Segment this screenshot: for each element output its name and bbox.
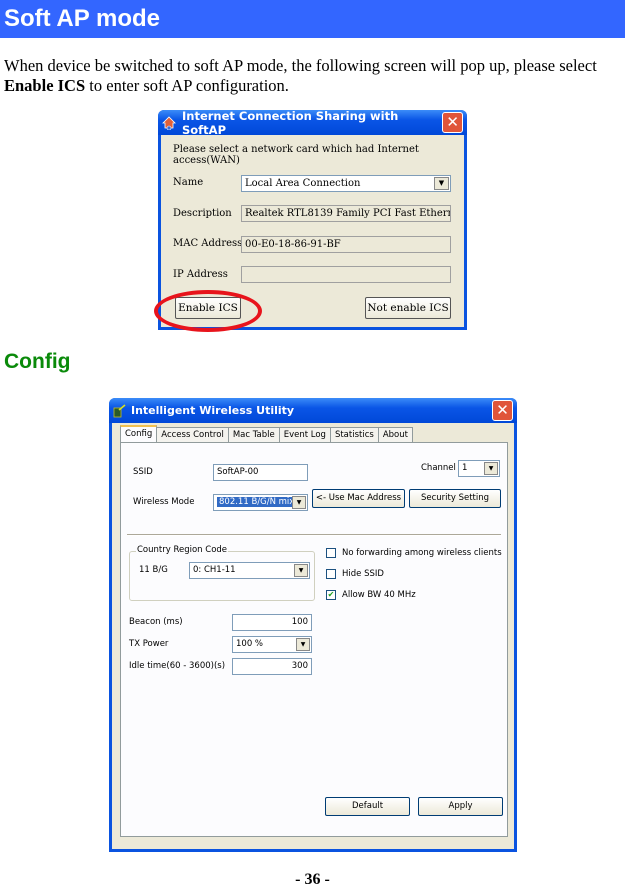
not-enable-ics-button[interactable]: Not enable ICS bbox=[365, 297, 451, 319]
config-panel: SSID SoftAP-00 Channel 1 ▼ Wireless Mode… bbox=[120, 442, 508, 837]
country-region-group: Country Region Code 11 B/G 0: CH1-11 ▼ bbox=[129, 545, 315, 601]
default-button[interactable]: Default bbox=[325, 797, 410, 816]
chevron-down-icon[interactable]: ▼ bbox=[292, 496, 306, 509]
channel-label: Channel bbox=[421, 463, 456, 473]
divider bbox=[127, 534, 501, 536]
country-region-legend: Country Region Code bbox=[136, 545, 229, 555]
utility-titlebar[interactable]: Intelligent Wireless Utility ✕ bbox=[109, 398, 517, 423]
config-heading: Config bbox=[4, 350, 71, 373]
chevron-down-icon[interactable]: ▼ bbox=[296, 638, 310, 651]
ssid-label: SSID bbox=[133, 467, 153, 477]
wireless-mode-value: 802.11 B/G/N mix bbox=[217, 497, 297, 507]
name-label: Name bbox=[173, 177, 204, 188]
no-forwarding-checkbox[interactable]: No forwarding among wireless clients bbox=[326, 548, 502, 558]
checkbox-box[interactable] bbox=[326, 569, 336, 579]
tx-power-label: TX Power bbox=[129, 639, 169, 649]
close-button[interactable]: ✕ bbox=[492, 400, 513, 421]
tab-event-log[interactable]: Event Log bbox=[278, 427, 331, 442]
close-icon: ✕ bbox=[446, 113, 459, 131]
wireless-mode-select[interactable]: 802.11 B/G/N mix ▼ bbox=[213, 494, 308, 511]
network-share-icon bbox=[162, 115, 176, 130]
checkmark-icon[interactable]: ✔ bbox=[326, 590, 336, 600]
no-forwarding-label: No forwarding among wireless clients bbox=[342, 548, 502, 558]
channel-select[interactable]: 1 ▼ bbox=[458, 460, 500, 477]
network-card-value: Local Area Connection bbox=[245, 178, 361, 189]
beacon-label: Beacon (ms) bbox=[129, 617, 183, 627]
wireless-mode-label: Wireless Mode bbox=[133, 497, 195, 507]
ics-dialog-titlebar[interactable]: Internet Connection Sharing with SoftAP … bbox=[158, 108, 467, 137]
ip-address-label: IP Address bbox=[173, 269, 228, 280]
country-region-select[interactable]: 0: CH1-11 ▼ bbox=[189, 562, 310, 579]
tx-power-value: 100 % bbox=[236, 639, 264, 649]
utility-body: Config Access Control Mac Table Event Lo… bbox=[112, 423, 514, 849]
tab-access-control[interactable]: Access Control bbox=[156, 427, 229, 442]
utility-title: Intelligent Wireless Utility bbox=[131, 404, 295, 417]
hide-ssid-label: Hide SSID bbox=[342, 569, 384, 579]
intro-text: When device be switched to soft AP mode,… bbox=[4, 56, 597, 75]
tx-power-select[interactable]: 100 % ▼ bbox=[232, 636, 312, 653]
band-label: 11 B/G bbox=[139, 565, 168, 575]
tab-bar: Config Access Control Mac Table Event Lo… bbox=[120, 425, 413, 442]
close-icon: ✕ bbox=[496, 401, 509, 419]
network-card-select[interactable]: Local Area Connection ▼ bbox=[241, 175, 451, 192]
checkbox-box[interactable] bbox=[326, 548, 336, 558]
intro-text-end: to enter soft AP configuration. bbox=[85, 76, 289, 95]
ics-prompt: Please select a network card which had I… bbox=[173, 144, 419, 166]
use-mac-address-button[interactable]: <- Use Mac Address bbox=[312, 489, 405, 508]
mac-address-label: MAC Address bbox=[173, 238, 243, 249]
intro-bold: Enable ICS bbox=[4, 76, 86, 95]
chevron-down-icon[interactable]: ▼ bbox=[294, 564, 308, 577]
tab-about[interactable]: About bbox=[377, 427, 413, 442]
close-button[interactable]: ✕ bbox=[442, 112, 463, 133]
apply-button[interactable]: Apply bbox=[418, 797, 503, 816]
chevron-down-icon[interactable]: ▼ bbox=[434, 177, 449, 190]
allow-bw40-checkbox[interactable]: ✔ Allow BW 40 MHz bbox=[326, 590, 416, 600]
tab-statistics[interactable]: Statistics bbox=[329, 427, 379, 442]
mac-address-field: 00-E0-18-86-91-BF bbox=[241, 236, 451, 253]
description-label: Description bbox=[173, 208, 232, 219]
country-region-value: 0: CH1-11 bbox=[193, 565, 236, 575]
utility-window: Intelligent Wireless Utility ✕ Config Ac… bbox=[109, 398, 517, 852]
allow-bw40-label: Allow BW 40 MHz bbox=[342, 590, 416, 600]
section-title: Soft AP mode bbox=[4, 5, 161, 32]
highlight-ellipse bbox=[154, 290, 262, 332]
description-field: Realtek RTL8139 Family PCI Fast Ethernet… bbox=[241, 205, 451, 222]
idle-time-input[interactable]: 300 bbox=[232, 658, 312, 675]
tab-config[interactable]: Config bbox=[120, 425, 158, 442]
ip-address-field bbox=[241, 266, 451, 283]
beacon-input[interactable]: 100 bbox=[232, 614, 312, 631]
intro-paragraph: When device be switched to soft AP mode,… bbox=[4, 56, 614, 96]
security-setting-button[interactable]: Security Setting bbox=[409, 489, 501, 508]
ics-dialog-title: Internet Connection Sharing with SoftAP bbox=[182, 108, 399, 137]
idle-time-label: Idle time(60 - 3600)(s) bbox=[129, 661, 226, 671]
chevron-down-icon[interactable]: ▼ bbox=[484, 462, 498, 475]
wireless-app-icon bbox=[113, 403, 126, 418]
section-header-bar: Soft AP mode bbox=[0, 0, 625, 38]
hide-ssid-checkbox[interactable]: Hide SSID bbox=[326, 569, 384, 579]
ssid-input[interactable]: SoftAP-00 bbox=[213, 464, 308, 481]
tab-mac-table[interactable]: Mac Table bbox=[227, 427, 280, 442]
page-number: - 36 - bbox=[295, 871, 330, 888]
channel-value: 1 bbox=[462, 463, 468, 473]
